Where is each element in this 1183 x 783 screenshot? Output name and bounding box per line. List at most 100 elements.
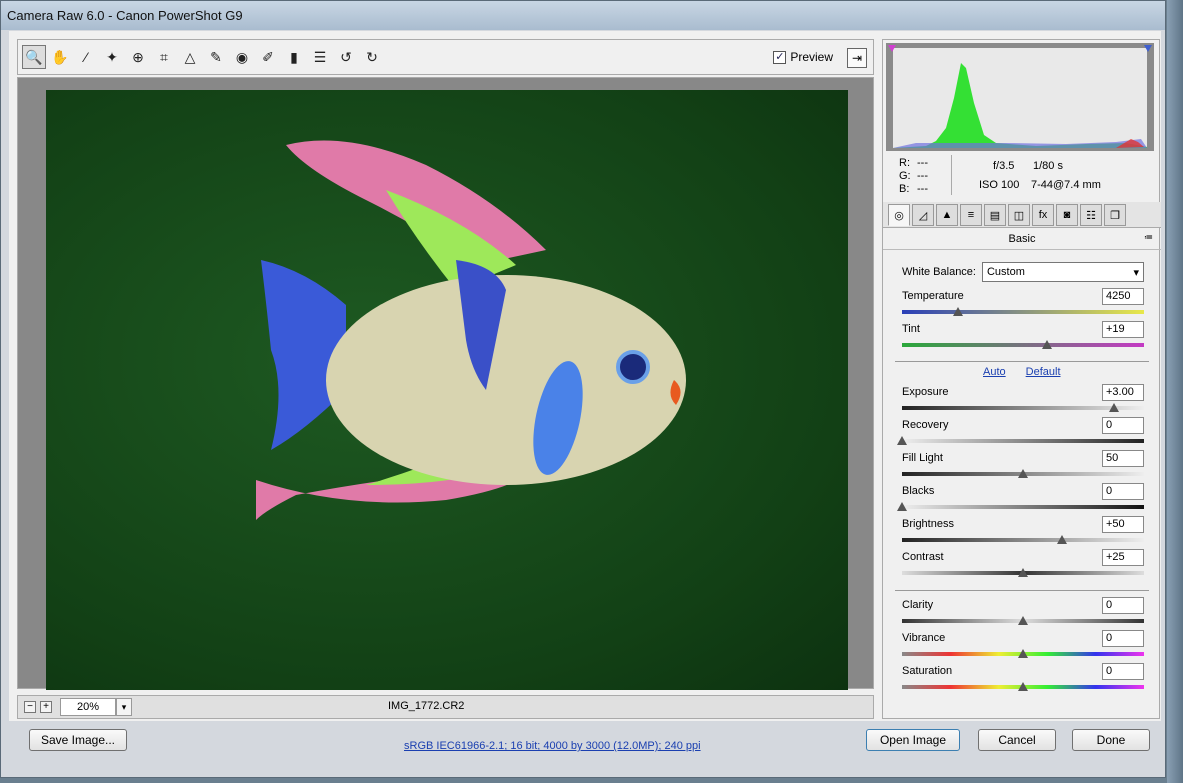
recovery-thumb[interactable]: [897, 436, 907, 445]
tab-basic[interactable]: ◎: [888, 204, 910, 226]
temperature-track[interactable]: [902, 310, 1144, 314]
aperture-value: f/3.5: [993, 160, 1015, 172]
vibrance-field[interactable]: 0: [1102, 630, 1144, 647]
white-balance-tool[interactable]: ⁄: [74, 45, 98, 69]
preferences-tool[interactable]: ☰: [308, 45, 332, 69]
graduated-filter-tool[interactable]: ▮: [282, 45, 306, 69]
photo-preview[interactable]: [46, 90, 848, 690]
saturation-label: Saturation: [902, 665, 953, 677]
color-sampler-tool[interactable]: ✦: [100, 45, 124, 69]
shutter-value: 1/80 s: [1033, 160, 1063, 172]
straighten-tool[interactable]: △: [178, 45, 202, 69]
rotate-right-tool[interactable]: ↻: [360, 45, 384, 69]
saturation-thumb[interactable]: [1018, 682, 1028, 691]
b-value: ---: [917, 183, 928, 195]
vibrance-thumb[interactable]: [1018, 649, 1028, 658]
preview-checkbox[interactable]: ✓: [773, 50, 787, 64]
zoom-out-button[interactable]: −: [24, 701, 36, 713]
contrast-slider: Contrast +25: [902, 549, 1144, 583]
zoom-level-field[interactable]: 20%: [60, 698, 116, 716]
auto-default-links: Auto Default: [983, 366, 1061, 378]
tab-effects[interactable]: fx: [1032, 204, 1054, 226]
presets-icon: ☷: [1086, 209, 1096, 222]
r-value: ---: [917, 157, 928, 169]
straighten-icon: △: [184, 48, 196, 65]
brightness-track[interactable]: [902, 538, 1144, 542]
temperature-field[interactable]: 4250: [1102, 288, 1144, 305]
spot-removal-tool[interactable]: ✎: [204, 45, 228, 69]
saturation-slider: Saturation 0: [902, 663, 1144, 697]
g-label: G:: [899, 170, 911, 182]
fullscreen-button[interactable]: ⇥: [847, 48, 867, 68]
tab-detail[interactable]: ▲: [936, 204, 958, 226]
tint-field[interactable]: +19: [1102, 321, 1144, 338]
cancel-button[interactable]: Cancel: [978, 729, 1056, 751]
exposure-track[interactable]: [902, 406, 1144, 410]
tab-lens-corrections[interactable]: ◫: [1008, 204, 1030, 226]
iso-value: ISO 100: [979, 179, 1020, 191]
tab-hsl[interactable]: ≡: [960, 204, 982, 226]
white-balance-value: Custom: [986, 266, 1025, 278]
auto-link[interactable]: Auto: [983, 366, 1006, 378]
tint-track[interactable]: [902, 343, 1144, 347]
color-sampler-icon: ✦: [106, 48, 118, 65]
tab-presets[interactable]: ☷: [1080, 204, 1102, 226]
gradient-icon: ▮: [290, 48, 298, 65]
histogram-background: [893, 48, 1147, 148]
contrast-field[interactable]: +25: [1102, 549, 1144, 566]
fill-light-field[interactable]: 50: [1102, 450, 1144, 467]
tab-split-toning[interactable]: ▤: [984, 204, 1006, 226]
blacks-thumb[interactable]: [897, 502, 907, 511]
adjustment-brush-tool[interactable]: ✐: [256, 45, 280, 69]
default-link[interactable]: Default: [1026, 366, 1061, 378]
temperature-thumb[interactable]: [952, 307, 963, 316]
preview-toggle[interactable]: ✓ Preview: [773, 50, 833, 64]
white-balance-select[interactable]: Custom ▾: [981, 262, 1144, 282]
zoom-tool[interactable]: 🔍: [22, 45, 46, 69]
target-adjustment-tool[interactable]: ⊕: [126, 45, 150, 69]
exposure-slider: Exposure +3.00: [902, 384, 1144, 418]
brightness-thumb[interactable]: [1056, 535, 1067, 544]
exposure-label: Exposure: [902, 386, 949, 398]
blacks-field[interactable]: 0: [1102, 483, 1144, 500]
crop-tool[interactable]: ⌗: [152, 45, 176, 69]
zoom-in-button[interactable]: +: [40, 701, 52, 713]
status-bar: − + 20% ▾ IMG_1772.CR2: [17, 695, 874, 719]
clarity-field[interactable]: 0: [1102, 597, 1144, 614]
panel-menu-icon[interactable]: ≔: [1144, 232, 1153, 243]
divider-tone: [895, 590, 1149, 591]
contrast-thumb[interactable]: [1018, 568, 1028, 577]
zoom-dropdown-button[interactable]: ▾: [116, 698, 132, 716]
clarity-thumb[interactable]: [1018, 616, 1028, 625]
brightness-slider: Brightness +50: [902, 516, 1144, 550]
blacks-track[interactable]: [902, 505, 1144, 509]
tab-camera-calibration[interactable]: ◙: [1056, 204, 1078, 226]
save-image-button[interactable]: Save Image...: [29, 729, 127, 751]
fill-light-thumb[interactable]: [1018, 469, 1028, 478]
red-eye-tool[interactable]: ◉: [230, 45, 254, 69]
tab-tone-curve[interactable]: ◿: [912, 204, 934, 226]
hand-tool[interactable]: ✋: [48, 45, 72, 69]
panel-tabs: ◎ ◿ ▲ ≡ ▤ ◫ fx ◙ ☷ ❐: [883, 202, 1161, 228]
vibrance-label: Vibrance: [902, 632, 946, 644]
workflow-options-link[interactable]: sRGB IEC61966-2.1; 16 bit; 4000 by 3000 …: [404, 740, 701, 752]
tab-snapshots[interactable]: ❐: [1104, 204, 1126, 226]
exposure-field[interactable]: +3.00: [1102, 384, 1144, 401]
tint-thumb[interactable]: [1042, 340, 1053, 349]
recovery-track[interactable]: [902, 439, 1144, 443]
open-image-button[interactable]: Open Image: [866, 729, 960, 751]
fill-light-slider: Fill Light 50: [902, 450, 1144, 484]
exposure-thumb[interactable]: [1108, 403, 1119, 412]
chevron-down-icon: ▾: [121, 701, 127, 712]
crop-icon: ⌗: [160, 48, 168, 65]
saturation-field[interactable]: 0: [1102, 663, 1144, 680]
image-canvas[interactable]: [17, 77, 874, 690]
white-balance-label: White Balance:: [902, 266, 976, 278]
preview-label: Preview: [790, 50, 833, 64]
done-button[interactable]: Done: [1072, 729, 1150, 751]
detail-icon: ▲: [941, 209, 953, 221]
r-label: R:: [899, 157, 910, 169]
recovery-field[interactable]: 0: [1102, 417, 1144, 434]
rotate-left-tool[interactable]: ↺: [334, 45, 358, 69]
brightness-field[interactable]: +50: [1102, 516, 1144, 533]
